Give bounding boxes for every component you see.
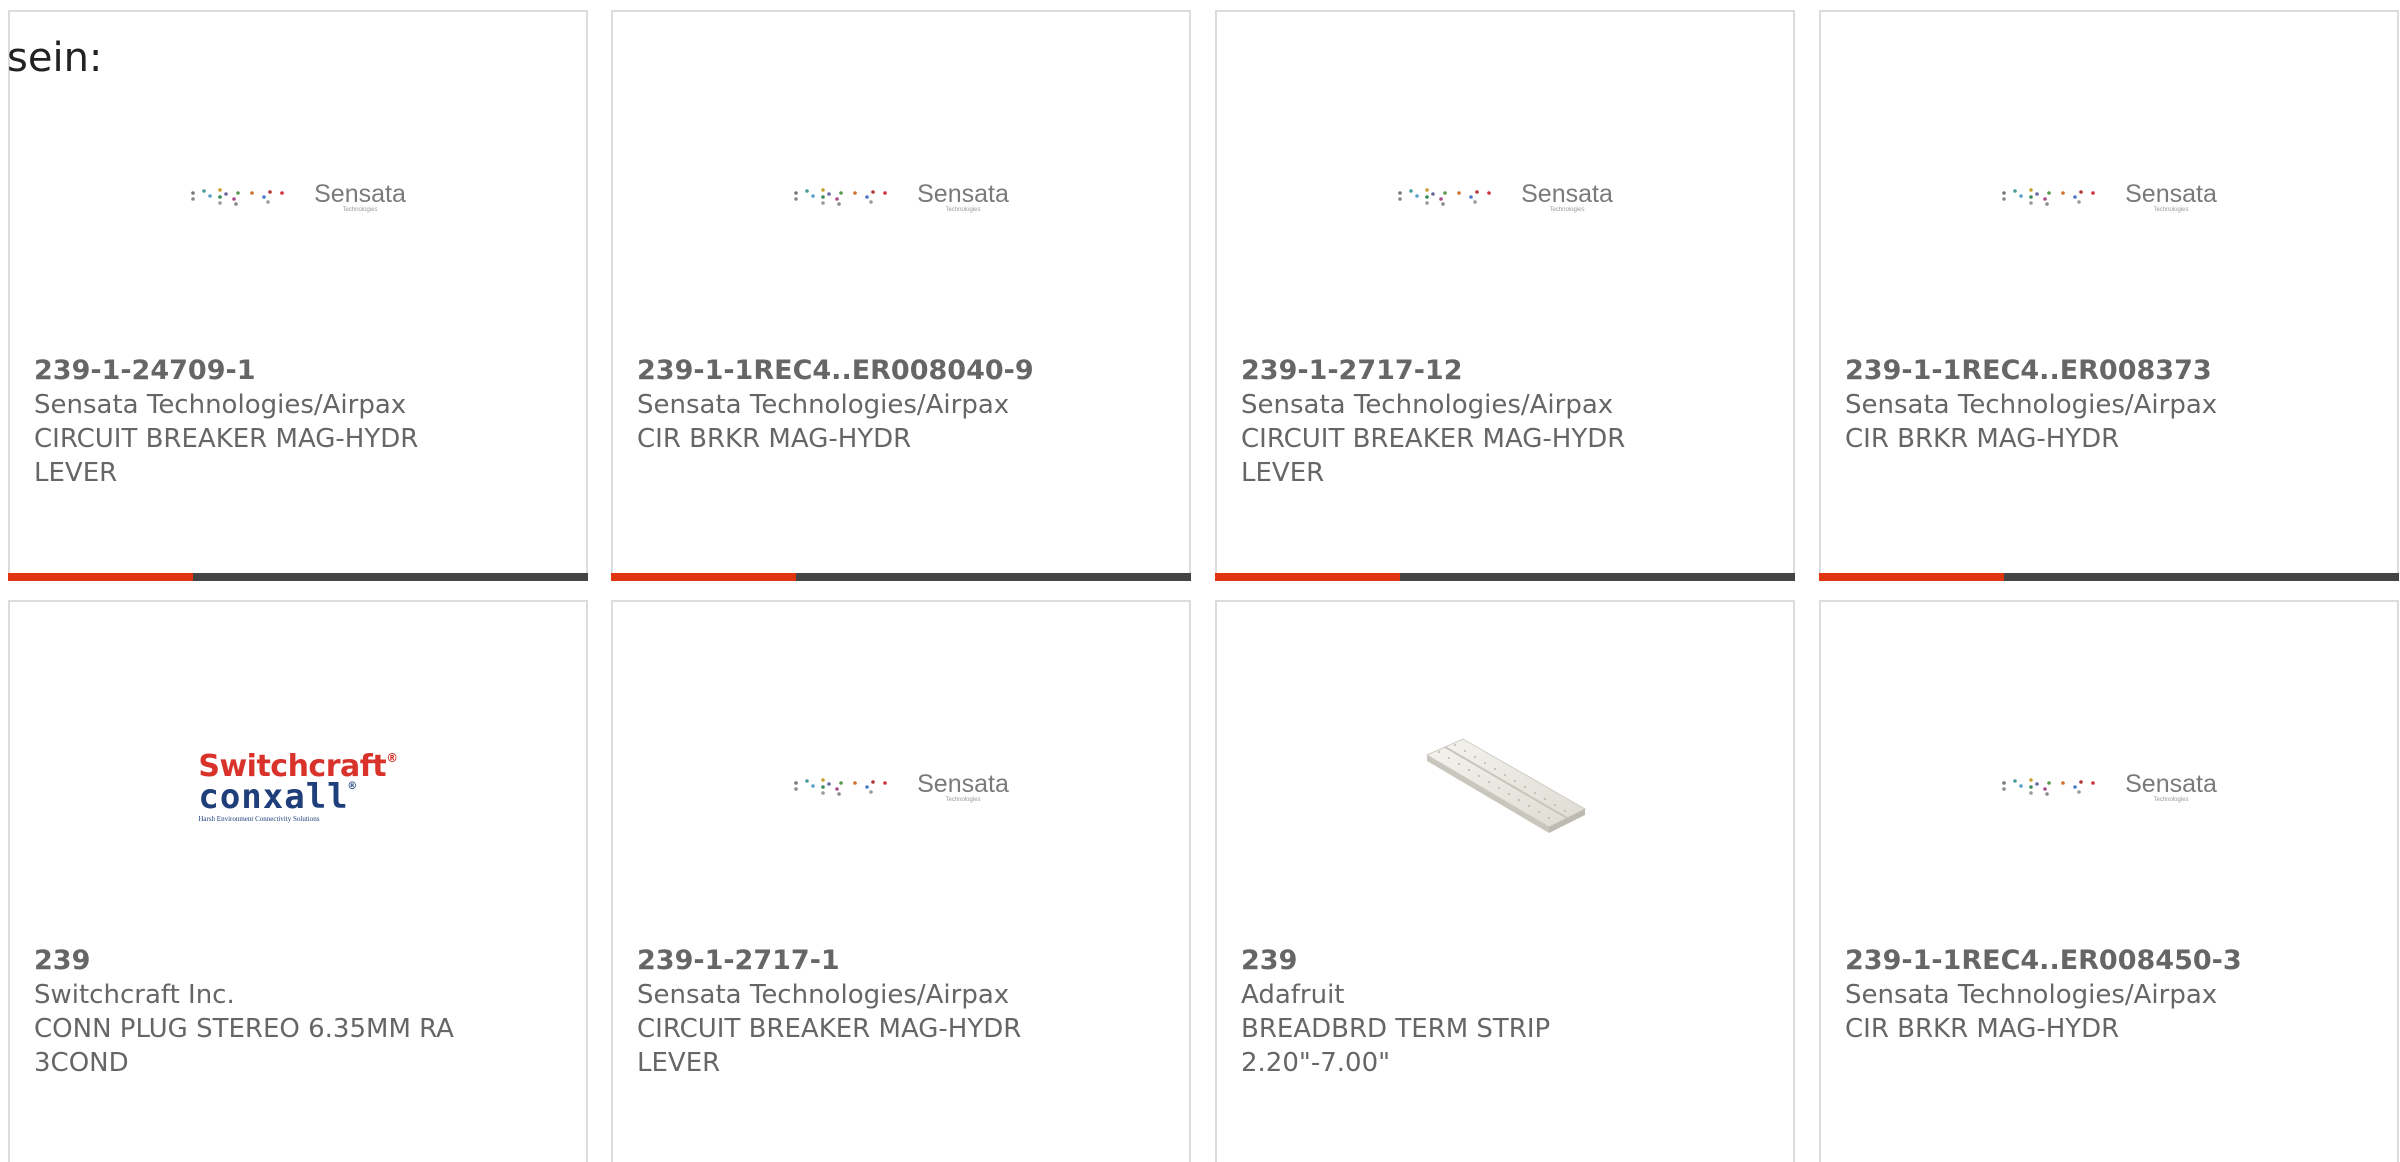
sensata-logo-subtext: Technologies xyxy=(2153,206,2189,213)
product-image: Sensata Technologies xyxy=(1821,712,2397,862)
manufacturer: Sensata Technologies/Airpax xyxy=(34,390,407,420)
part-number[interactable]: 239-1-24709-1 xyxy=(34,354,454,388)
switchcraft-logo-tagline: Harsh Environment Connectivity Solutions xyxy=(198,814,320,823)
product-card[interactable]: Sensata Technologies 239-1-1REC4..ER0083… xyxy=(1819,10,2399,581)
sensata-logo: Sensata Technologies xyxy=(1397,181,1613,214)
sensata-logo-text: Sensata xyxy=(917,769,1009,798)
sensata-logo-subtext: Technologies xyxy=(945,206,981,213)
product-image: Sensata Technologies xyxy=(10,122,586,272)
sensata-logo-text: Sensata xyxy=(2125,179,2217,208)
sensata-logo: Sensata Technologies xyxy=(793,181,1009,214)
manufacturer: Adafruit xyxy=(1241,980,1345,1010)
product-card[interactable]: Sensata Technologies 239-1-2717-1 Sensat… xyxy=(611,600,1191,1162)
product-grid: Sensata Technologies 239-1-24709-1 Sensa… xyxy=(8,10,2400,1162)
product-image xyxy=(1217,712,1793,862)
product-image: Sensata Technologies xyxy=(1217,122,1793,272)
sensata-dots-icon xyxy=(794,778,887,796)
description: CIRCUIT BREAKER MAG-HYDR LEVER xyxy=(637,1014,1022,1078)
switchcraft-logo: Switchcraft® conxall® Harsh Environment … xyxy=(198,751,398,823)
sensata-logo-subtext: Technologies xyxy=(342,206,378,213)
sensata-dots-icon xyxy=(191,188,284,206)
card-progress-bar xyxy=(1215,573,1795,581)
product-image: Sensata Technologies xyxy=(613,712,1189,862)
description: CIRCUIT BREAKER MAG-HYDR LEVER xyxy=(34,424,419,488)
part-number[interactable]: 239-1-2717-12 xyxy=(1241,354,1661,388)
part-number[interactable]: 239 xyxy=(1241,944,1661,978)
product-card[interactable]: Switchcraft® conxall® Harsh Environment … xyxy=(8,600,588,1162)
part-number[interactable]: 239 xyxy=(34,944,454,978)
sensata-logo-text: Sensata xyxy=(1521,179,1613,208)
sensata-logo-text: Sensata xyxy=(917,179,1009,208)
product-card[interactable]: Sensata Technologies 239-1-1REC4..ER0084… xyxy=(1819,600,2399,1162)
product-image: Switchcraft® conxall® Harsh Environment … xyxy=(10,712,586,862)
manufacturer: Sensata Technologies/Airpax xyxy=(637,390,1010,420)
part-number[interactable]: 239-1-1REC4..ER008373 xyxy=(1845,354,2265,388)
card-progress-bar xyxy=(8,573,588,581)
sensata-dots-icon xyxy=(2002,778,2095,796)
card-progress-accent xyxy=(1819,573,2004,581)
product-image: Sensata Technologies xyxy=(613,122,1189,272)
description: CIR BRKR MAG-HYDR xyxy=(1845,424,2120,454)
manufacturer: Sensata Technologies/Airpax xyxy=(1845,390,2218,420)
sensata-logo: Sensata Technologies xyxy=(190,181,406,214)
part-number[interactable]: 239-1-1REC4..ER008040-9 xyxy=(637,354,1057,388)
card-progress-accent xyxy=(8,573,193,581)
product-card[interactable]: 239 Adafruit BREADBRD TERM STRIP 2.20"-7… xyxy=(1215,600,1795,1162)
description: CONN PLUG STEREO 6.35MM RA 3COND xyxy=(34,1014,454,1078)
product-image: Sensata Technologies xyxy=(1821,122,2397,272)
sensata-logo-text: Sensata xyxy=(2125,769,2217,798)
part-number[interactable]: 239-1-1REC4..ER008450-3 xyxy=(1845,944,2265,978)
description: CIRCUIT BREAKER MAG-HYDR LEVER xyxy=(1241,424,1626,488)
sensata-logo-subtext: Technologies xyxy=(2153,796,2189,803)
card-progress-accent xyxy=(611,573,796,581)
product-card[interactable]: Sensata Technologies 239-1-1REC4..ER0080… xyxy=(611,10,1191,581)
manufacturer: Sensata Technologies/Airpax xyxy=(1241,390,1614,420)
product-card[interactable]: Sensata Technologies 239-1-2717-12 Sensa… xyxy=(1215,10,1795,581)
card-progress-accent xyxy=(1215,573,1400,581)
manufacturer: Sensata Technologies/Airpax xyxy=(637,980,1010,1010)
description: BREADBRD TERM STRIP 2.20"-7.00" xyxy=(1241,1014,1551,1078)
part-number[interactable]: 239-1-2717-1 xyxy=(637,944,1057,978)
card-progress-bar xyxy=(611,573,1191,581)
card-progress-bar xyxy=(1819,573,2399,581)
sensata-logo-subtext: Technologies xyxy=(945,796,981,803)
switchcraft-logo-line2: conxall® xyxy=(198,776,357,817)
description: CIR BRKR MAG-HYDR xyxy=(637,424,912,454)
sensata-logo-subtext: Technologies xyxy=(1549,206,1585,213)
intro-text: sein: xyxy=(7,35,103,81)
sensata-logo: Sensata Technologies xyxy=(2001,181,2217,214)
manufacturer: Switchcraft Inc. xyxy=(34,980,235,1010)
product-card[interactable]: Sensata Technologies 239-1-24709-1 Sensa… xyxy=(8,10,588,581)
description: CIR BRKR MAG-HYDR xyxy=(1845,1014,2120,1044)
sensata-dots-icon xyxy=(794,188,887,206)
manufacturer: Sensata Technologies/Airpax xyxy=(1845,980,2218,1010)
sensata-logo: Sensata Technologies xyxy=(793,771,1009,804)
sensata-logo-text: Sensata xyxy=(314,179,406,208)
sensata-logo: Sensata Technologies xyxy=(2001,771,2217,804)
sensata-dots-icon xyxy=(1398,188,1491,206)
breadboard-image-icon xyxy=(1425,738,1587,833)
sensata-dots-icon xyxy=(2002,188,2095,206)
